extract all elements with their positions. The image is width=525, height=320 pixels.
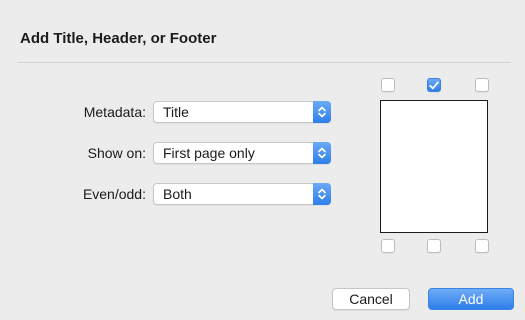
metadata-value: Title xyxy=(163,104,189,120)
add-button[interactable]: Add xyxy=(428,288,514,310)
even-odd-popup[interactable]: Both xyxy=(153,183,331,205)
cancel-button[interactable]: Cancel xyxy=(332,288,410,310)
metadata-label: Metadata: xyxy=(83,104,146,120)
checkmark-icon xyxy=(429,81,439,89)
top-center-checkbox[interactable] xyxy=(427,78,441,92)
bottom-left-checkbox[interactable] xyxy=(381,239,395,253)
show-on-label: Show on: xyxy=(87,145,146,161)
up-down-chevron-icon xyxy=(313,101,331,123)
page-preview xyxy=(380,100,488,233)
top-right-checkbox[interactable] xyxy=(475,78,489,92)
up-down-chevron-icon xyxy=(313,142,331,164)
top-left-checkbox[interactable] xyxy=(381,78,395,92)
dialog-title: Add Title, Header, or Footer xyxy=(20,30,217,47)
add-title-header-footer-dialog: Add Title, Header, or Footer Metadata: T… xyxy=(0,0,525,320)
title-divider xyxy=(18,62,511,63)
show-on-value: First page only xyxy=(163,145,255,161)
bottom-right-checkbox[interactable] xyxy=(475,239,489,253)
show-on-popup[interactable]: First page only xyxy=(153,142,331,164)
even-odd-label: Even/odd: xyxy=(82,186,146,202)
metadata-popup[interactable]: Title xyxy=(153,101,331,123)
even-odd-value: Both xyxy=(163,186,192,202)
up-down-chevron-icon xyxy=(313,183,331,205)
bottom-center-checkbox[interactable] xyxy=(427,239,441,253)
